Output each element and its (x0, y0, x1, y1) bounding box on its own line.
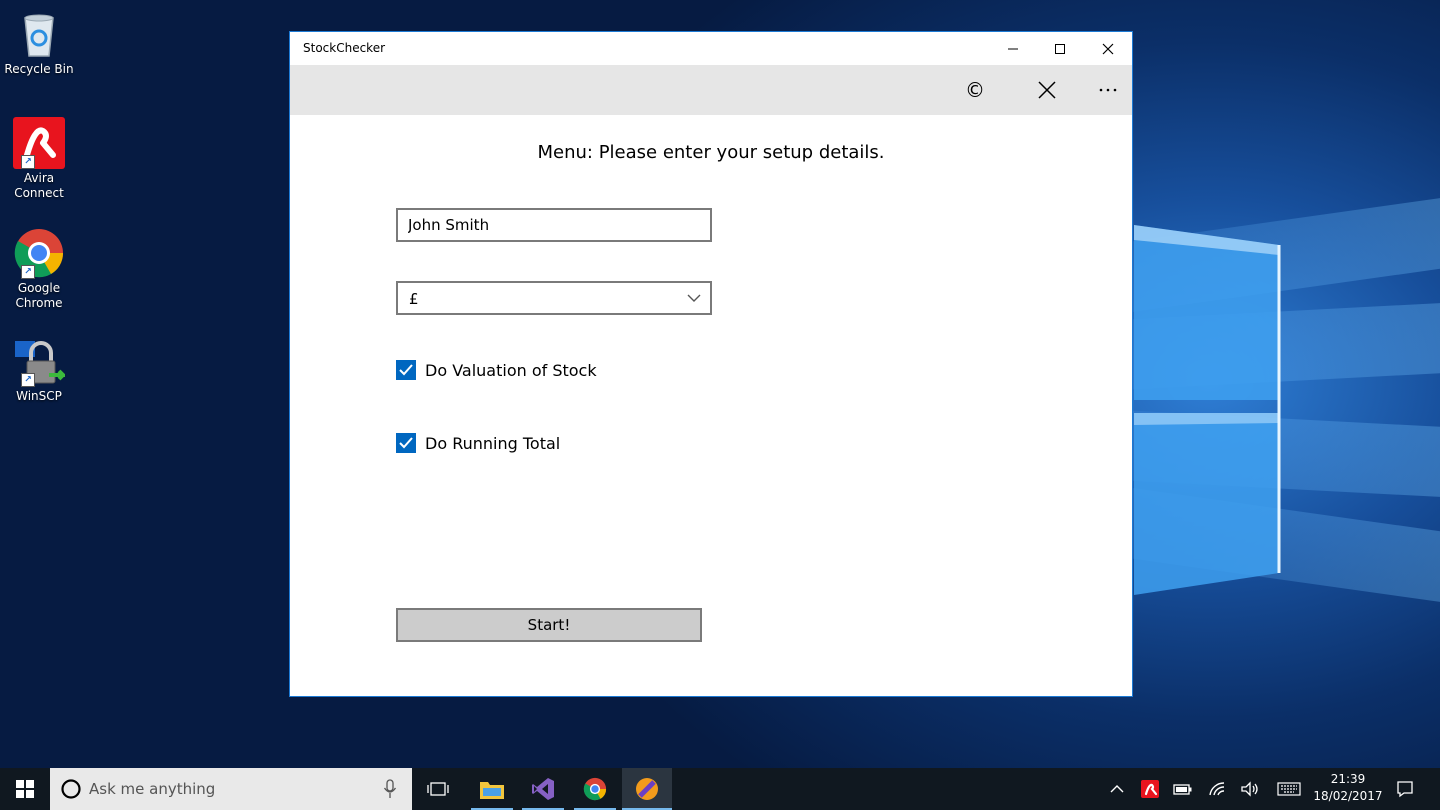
avira-icon (1141, 780, 1159, 798)
minimize-button[interactable] (990, 32, 1036, 65)
shortcut-arrow-icon: ↗ (21, 265, 35, 279)
close-icon (1102, 43, 1114, 54)
checkbox-label: Do Running Total (425, 433, 561, 453)
shortcut-arrow-icon: ↗ (21, 373, 35, 387)
maximize-button[interactable] (1037, 32, 1083, 65)
page-heading: Menu: Please enter your setup details. (537, 142, 885, 163)
windows-logo-decoration (1134, 225, 1281, 595)
minimize-icon (1008, 48, 1018, 49)
more-options-button[interactable] (1078, 65, 1138, 115)
currency-dropdown[interactable]: £ (396, 281, 712, 315)
tray-wifi[interactable] (1201, 768, 1235, 810)
cortana-circle-icon (61, 779, 81, 799)
ellipsis-icon (1099, 88, 1117, 92)
cancel-command-button[interactable] (1017, 65, 1077, 115)
maximize-icon (1055, 43, 1065, 54)
currency-selected-value: £ (409, 290, 419, 308)
chevron-down-icon (687, 294, 701, 302)
checkbox-label: Do Valuation of Stock (425, 360, 597, 380)
speaker-icon (1241, 781, 1258, 797)
shortcut-arrow-icon: ↗ (21, 155, 35, 169)
keyboard-icon (1277, 782, 1301, 796)
search-placeholder: Ask me anything (89, 780, 216, 798)
desktop-icon-label: WinSCP (16, 389, 62, 403)
window-titlebar[interactable]: StockChecker (290, 32, 1132, 65)
desktop-icon-google-chrome[interactable]: ↗ Google Chrome (4, 227, 74, 311)
desktop-icon-recycle-bin[interactable]: Recycle Bin (4, 8, 74, 77)
taskbar: Ask me anything 21:39 18/02/2017 (0, 768, 1440, 810)
show-hidden-icons-button[interactable] (1100, 768, 1134, 810)
window-title: StockChecker (303, 41, 386, 55)
close-window-button[interactable] (1085, 32, 1131, 65)
desktop-icon-winscp[interactable]: ↗ WinSCP (4, 335, 74, 404)
desktop-icon-label: Recycle Bin (4, 62, 74, 76)
desktop-icon-label: Connect (14, 186, 64, 200)
desktop-icon-label: Google (17, 281, 61, 295)
battery-icon (1173, 784, 1192, 795)
desktop-icon-avira-connect[interactable]: ↗ Avira Connect (4, 117, 74, 201)
start-menu-button[interactable] (0, 768, 50, 810)
taskbar-clock[interactable]: 21:39 18/02/2017 (1312, 771, 1384, 805)
recycle-bin-icon (24, 14, 54, 57)
tray-touch-keyboard[interactable] (1272, 768, 1306, 810)
running-total-checkbox[interactable] (396, 433, 416, 453)
windows-start-icon (16, 780, 34, 798)
taskbar-visual-studio[interactable] (518, 768, 568, 810)
close-icon (1038, 81, 1056, 99)
stockchecker-app-icon (636, 778, 658, 800)
chevron-up-icon (1110, 785, 1124, 793)
taskbar-google-chrome[interactable] (570, 768, 620, 810)
command-bar: © (290, 65, 1132, 115)
stockchecker-window: StockChecker © Menu: Please enter your s… (289, 31, 1133, 697)
task-view-icon (427, 782, 449, 796)
clock-date: 18/02/2017 (1313, 789, 1383, 803)
visual-studio-icon (532, 778, 554, 800)
start-button[interactable]: Start! (396, 608, 702, 642)
desktop-icon-label: Avira (23, 171, 55, 185)
valuation-checkbox[interactable] (396, 360, 416, 380)
copyright-button[interactable]: © (945, 65, 1005, 115)
copyright-icon: © (965, 78, 985, 102)
taskbar-file-explorer[interactable] (467, 768, 517, 810)
task-view-button[interactable] (413, 768, 463, 810)
microphone-icon (383, 779, 397, 798)
wifi-icon (1209, 782, 1225, 796)
desktop-icon-label: Chrome (15, 296, 63, 310)
tray-volume[interactable] (1233, 768, 1267, 810)
folder-icon (480, 782, 504, 799)
chrome-icon (583, 777, 607, 801)
notification-icon (1397, 781, 1413, 798)
action-center-button[interactable] (1388, 768, 1422, 810)
tray-avira[interactable] (1133, 768, 1167, 810)
checkmark-icon (399, 364, 413, 376)
cortana-search-box[interactable]: Ask me anything (50, 768, 412, 810)
tray-battery[interactable] (1166, 768, 1200, 810)
taskbar-stockchecker-app[interactable] (622, 768, 672, 810)
running-total-checkbox-row[interactable]: Do Running Total (396, 432, 560, 454)
name-input[interactable] (396, 208, 712, 242)
checkmark-icon (399, 437, 413, 449)
clock-time: 21:39 (1330, 772, 1366, 786)
valuation-checkbox-row[interactable]: Do Valuation of Stock (396, 359, 597, 381)
